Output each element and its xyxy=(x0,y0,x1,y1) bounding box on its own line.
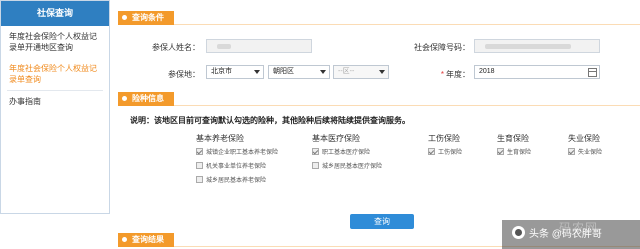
section-title: 查询结果 xyxy=(118,233,174,247)
checkbox-label: 失业保险 xyxy=(578,150,603,156)
group-title-maternity: 生育保险 xyxy=(497,134,529,143)
divider xyxy=(118,105,640,106)
group-title-pension: 基本养老保险 xyxy=(196,134,244,143)
checkbox-urban-pension[interactable]: 城镇企业职工基本养老保险 xyxy=(196,147,278,156)
chevron-down-icon xyxy=(320,70,326,74)
masked-name xyxy=(217,44,231,49)
sidebar-item-record-query[interactable]: 年度社会保险个人权益记录单查询 xyxy=(1,58,109,90)
ghost-watermark: 码农网 xyxy=(558,221,598,235)
checkbox-label: 生育保险 xyxy=(507,150,532,156)
sidebar-item-open-region-query[interactable]: 年度社会保险个人权益记录单开通地区查询 xyxy=(1,26,109,58)
sidebar: 社保查询 年度社会保险个人权益记录单开通地区查询 年度社会保险个人权益记录单查询… xyxy=(0,0,110,214)
section-title: 查询条件 xyxy=(118,11,174,25)
checkbox-injury[interactable]: 工伤保险 xyxy=(428,147,462,156)
checkbox-unemployment[interactable]: 失业保险 xyxy=(568,147,602,156)
checkbox-institution-pension[interactable]: 机关事业单位养老保险 xyxy=(196,161,266,170)
group-title-injury: 工伤保险 xyxy=(428,134,460,143)
checkbox-label: 城镇企业职工基本养老保险 xyxy=(206,150,279,156)
checkbox[interactable] xyxy=(428,148,435,155)
checkbox[interactable] xyxy=(312,148,319,155)
ssn-label: 社会保障号码： xyxy=(414,43,470,52)
checkbox[interactable] xyxy=(196,176,203,183)
section-insurance-info: 险种信息 xyxy=(118,92,640,106)
divider xyxy=(118,24,640,25)
name-label: 参保人姓名： xyxy=(152,43,200,52)
section-query-conditions: 查询条件 xyxy=(118,11,640,25)
checkbox-resident-medical[interactable]: 城乡居民基本医疗保险 xyxy=(312,161,382,170)
chevron-down-icon xyxy=(254,70,260,74)
checkbox-label: 工伤保险 xyxy=(438,150,463,156)
area-select[interactable]: --区-- xyxy=(333,65,389,79)
year-picker[interactable]: 2018 xyxy=(474,65,600,79)
year-label: * 年度： xyxy=(420,69,470,80)
checkbox-label: 城乡居民基本医疗保险 xyxy=(322,164,383,170)
page: 社保查询 年度社会保险个人权益记录单开通地区查询 年度社会保险个人权益记录单查询… xyxy=(0,0,640,249)
checkbox[interactable] xyxy=(568,148,575,155)
district-value: 朝阳区 xyxy=(273,68,294,75)
checkbox[interactable] xyxy=(196,148,203,155)
year-label-text: 年度： xyxy=(446,70,470,79)
watermark: 码农网 头条 @码农胖哥 xyxy=(502,220,640,249)
query-button[interactable]: 查询 xyxy=(350,214,414,229)
group-title-unemployment: 失业保险 xyxy=(568,134,600,143)
name-field[interactable] xyxy=(206,39,312,53)
masked-ssn xyxy=(485,44,571,49)
calendar-icon[interactable] xyxy=(588,68,597,77)
toutiao-icon xyxy=(512,226,525,239)
sidebar-title: 社保查询 xyxy=(1,1,109,26)
checkbox-label: 职工基本医疗保险 xyxy=(322,150,371,156)
ssn-field[interactable] xyxy=(474,39,600,53)
checkbox[interactable] xyxy=(196,162,203,169)
district-select[interactable]: 朝阳区 xyxy=(268,65,330,79)
checkbox-label: 机关事业单位养老保险 xyxy=(206,164,267,170)
city-select[interactable]: 北京市 xyxy=(206,65,264,79)
year-value: 2018 xyxy=(479,68,495,75)
checkbox-employee-medical[interactable]: 职工基本医疗保险 xyxy=(312,147,370,156)
checkbox-resident-pension[interactable]: 城乡居民基本养老保险 xyxy=(196,175,266,184)
checkbox-maternity[interactable]: 生育保险 xyxy=(497,147,531,156)
city-value: 北京市 xyxy=(211,68,232,75)
checkbox[interactable] xyxy=(497,148,504,155)
notice-text: 说明：该地区目前可查询默认勾选的险种，其他险种后续将陆续提供查询服务。 xyxy=(130,116,410,125)
chevron-down-icon xyxy=(379,70,385,74)
checkbox-label: 城乡居民基本养老保险 xyxy=(206,178,267,184)
section-title: 险种信息 xyxy=(118,92,174,106)
checkbox[interactable] xyxy=(312,162,319,169)
required-mark: * xyxy=(440,70,444,79)
location-label: 参保地： xyxy=(168,70,200,79)
area-placeholder: --区-- xyxy=(338,68,355,75)
group-title-medical: 基本医疗保险 xyxy=(312,134,360,143)
sidebar-item-guide[interactable]: 办事指南 xyxy=(1,91,109,112)
